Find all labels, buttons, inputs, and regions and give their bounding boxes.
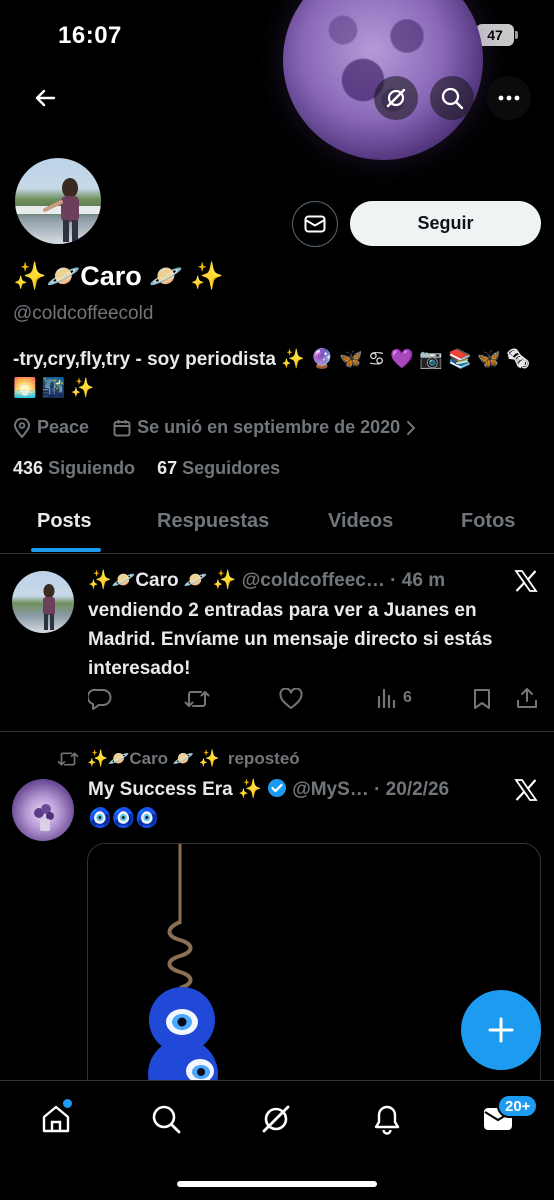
bell-icon [374,1105,400,1135]
tweet-actions: 6 [0,686,554,716]
profile-joined-date[interactable]: Se unió en septiembre de 2020 [137,417,400,438]
nav-search[interactable] [146,1099,186,1139]
nav-grok[interactable] [256,1099,296,1139]
views-count: 6 [403,689,412,706]
avatar-person-figure [43,584,55,630]
x-logo-icon[interactable] [514,569,538,593]
heart-icon [279,688,303,709]
nav-notifications[interactable] [367,1099,407,1139]
more-icon [498,95,520,101]
tweet-time[interactable]: · 46 m [390,570,445,591]
tweet-author-avatar[interactable] [12,779,74,841]
tweet-text: 🧿🧿🧿 [88,808,159,829]
envelope-icon [304,215,326,233]
grok-icon [262,1105,290,1133]
search-button[interactable] [430,76,474,120]
tweet-divider [0,731,554,732]
repost-icon [57,752,79,766]
tweet-time[interactable]: · 20/2/26 [374,779,449,800]
like-button[interactable] [279,688,303,710]
following-link[interactable]: 436 Siguiendo [13,458,135,478]
location-pin-icon [13,417,31,438]
home-indicator [177,1181,377,1187]
views-chart-icon [377,688,396,708]
repost-author[interactable]: ✨🪐Caro 🪐 ✨ [87,749,220,769]
avatar-flowers-figure [34,804,54,831]
tweet-author-avatar[interactable] [12,571,74,633]
repost-indicator: ✨🪐Caro 🪐 ✨ reposteó [57,749,300,769]
status-time: 16:07 [58,22,122,49]
tweet-text: vendiendo 2 entradas para ver a Juanes e… [88,600,493,679]
home-notification-dot [63,1099,72,1108]
direct-message-button[interactable] [292,201,338,247]
chevron-right-icon [407,420,416,435]
tweet-author-handle[interactable]: @coldcoffeec… [242,570,385,591]
tweet-header: My Success Era ✨ @MyS… · 20/2/26 [88,777,449,801]
reply-icon [88,688,112,710]
profile-display-name: ✨🪐Caro 🪐 ✨ [13,261,224,291]
profile-tabs: Posts Respuestas Videos Fotos [0,500,554,554]
tab-posts[interactable]: Posts [37,510,91,533]
profile-bio: -try,cry,fly,try - soy periodista ✨ 🔮 🦋 … [13,349,531,399]
grok-icon [386,88,406,108]
profile-location: Peace [37,417,90,437]
battery-level: 47 [487,27,503,43]
share-button[interactable] [516,687,538,709]
tab-videos[interactable]: Videos [328,510,393,533]
back-arrow-icon [35,89,56,107]
following-label: Siguiendo [48,458,136,478]
tweet-author-handle[interactable]: @MyS… [292,779,369,800]
following-count: 436 [13,458,44,478]
verified-badge-icon [267,779,286,797]
repost-label: reposteó [227,749,300,768]
bookmark-icon [474,689,490,709]
profile-meta: Peace Se unió en septiembre de 2020 [13,417,416,438]
reply-button[interactable] [88,688,112,710]
tweet-header: ✨🪐Caro 🪐 ✨ @coldcoffeec… · 46 m [88,568,445,592]
repost-button[interactable] [184,688,210,710]
back-button[interactable] [23,76,67,120]
nav-home[interactable] [36,1099,76,1139]
active-tab-indicator [31,548,101,552]
compose-post-button[interactable] [461,990,541,1070]
views-button[interactable]: 6 [377,688,412,708]
tweet-author-name[interactable]: ✨🪐Caro 🪐 ✨ [88,570,236,591]
profile-avatar[interactable] [12,155,104,247]
profile-handle: @coldcoffeecold [13,303,154,324]
messages-badge: 20+ [497,1094,539,1118]
share-icon [517,688,537,708]
battery-indicator: 47 [476,24,518,46]
plus-icon [488,1017,514,1043]
followers-label: Seguidores [182,458,281,478]
search-icon [152,1105,181,1134]
tweet-author-name[interactable]: My Success Era ✨ [88,779,262,800]
bookmark-button[interactable] [472,688,492,710]
follow-button[interactable]: Seguir [350,201,541,246]
x-logo-icon[interactable] [514,778,538,802]
followers-count: 67 [157,458,178,478]
tweet-media-image[interactable] [87,843,541,1103]
calendar-icon [113,419,131,436]
evil-eye-charm-image [148,844,218,1102]
follow-counts: 436 Siguiendo 67 Seguidores [13,458,280,479]
avatar-person-figure [15,178,101,242]
followers-link[interactable]: 67 Seguidores [157,458,280,478]
repost-icon [184,691,210,707]
grok-button[interactable] [374,76,418,120]
more-options-button[interactable] [487,76,531,120]
tab-photos[interactable]: Fotos [461,510,515,533]
tab-replies[interactable]: Respuestas [157,510,269,533]
search-icon [441,87,464,110]
